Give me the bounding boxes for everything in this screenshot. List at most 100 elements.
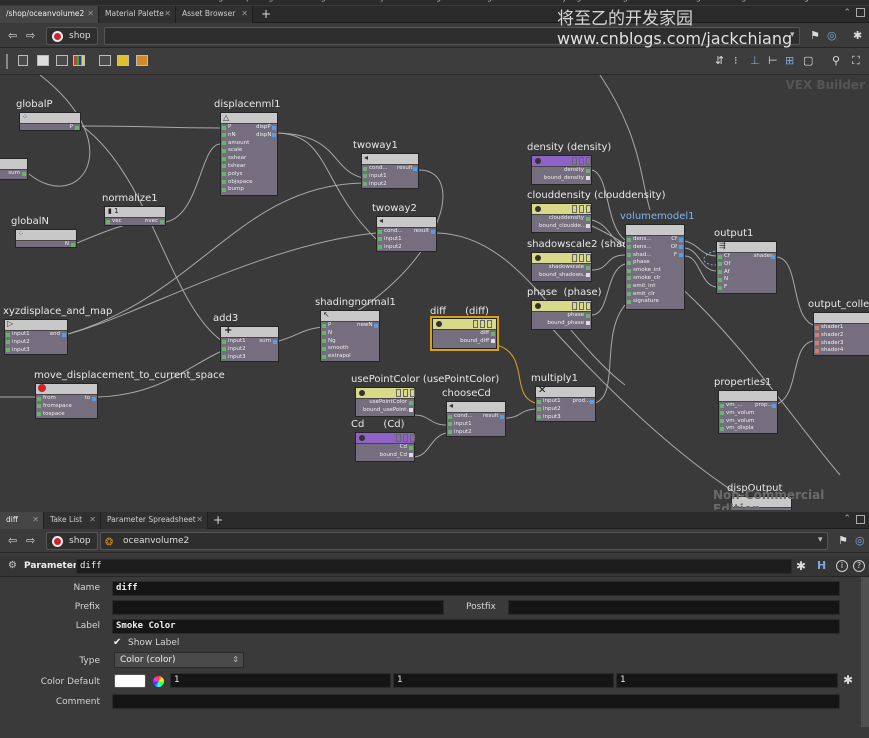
close-icon[interactable]: ✕ — [241, 6, 248, 22]
port-input[interactable]: smoke_int — [626, 267, 661, 275]
node-shadingnormal1[interactable]: ↖ PnewN N Ng smooth extrapol — [320, 310, 380, 362]
gear-icon[interactable]: ✱ — [796, 559, 806, 573]
snap-icon[interactable]: ⊢ — [768, 54, 778, 67]
type-dropdown[interactable]: Color (color) ⇕ — [114, 652, 244, 668]
node-normalize1[interactable]: ▮ 1 vec nvec — [104, 206, 166, 226]
port-input[interactable]: emit_int — [626, 283, 661, 291]
shelf-tool[interactable]: Caustic Light — [657, 0, 709, 2]
port-input[interactable]: input1 — [377, 236, 412, 244]
node-output-collect[interactable]: shader1 shader2 shader3 shader4 — [813, 312, 869, 356]
node-chooseCd[interactable]: ◂ cond... result input1 input2 — [446, 401, 506, 437]
close-icon[interactable]: ✕ — [196, 512, 203, 528]
tab-oceanvolume2[interactable]: /shop/oceanvolume2 ✕ — [0, 6, 99, 23]
search-icon[interactable]: ⚲ — [832, 54, 840, 67]
port-input[interactable]: vm_volumesam... — [719, 418, 754, 426]
gear-icon[interactable]: ⚙ — [8, 560, 17, 571]
shelf-tool[interactable]: Area Light — [293, 0, 334, 2]
port-input[interactable]: amount — [221, 140, 255, 148]
tab-parameter-spreadsheet[interactable]: Parameter Spreadsheet ✕ — [101, 512, 208, 529]
port-input[interactable]: shader1 — [814, 324, 849, 332]
back-arrow-icon[interactable]: ⇦ — [8, 29, 17, 42]
port-row[interactable]: bound_diff — [433, 338, 496, 346]
port-input[interactable]: input2 — [221, 346, 255, 354]
port-row[interactable]: bound_usePoint... — [356, 407, 414, 415]
pin-icon[interactable]: ⚑ — [838, 534, 848, 547]
node-phase[interactable]: phase bound_phase — [531, 300, 592, 330]
close-icon[interactable]: ✕ — [32, 512, 39, 528]
port-out[interactable]: nvec — [135, 218, 165, 226]
port-row[interactable]: shadowscale — [532, 264, 591, 272]
port-input[interactable]: input2 — [447, 429, 482, 437]
port-output[interactable]: newN — [350, 322, 379, 330]
shelf-tool[interactable]: GI Light — [605, 0, 636, 2]
port-input[interactable]: tshear — [221, 163, 255, 171]
path-shop[interactable]: shop — [46, 27, 98, 45]
list-view-icon[interactable] — [18, 55, 28, 66]
port-output[interactable]: sum — [250, 338, 279, 346]
header-flag[interactable] — [473, 320, 478, 328]
postfix-field[interactable] — [508, 600, 840, 615]
tab-menu-icon[interactable]: ⌃ — [843, 8, 851, 18]
node-globalP[interactable]: ⁘ P — [19, 112, 81, 131]
shelf-tool[interactable]: Sky Light — [553, 0, 590, 2]
shelf-tool[interactable]: Volume Light — [397, 0, 449, 2]
port-input[interactable]: scale — [221, 147, 255, 155]
port-input[interactable]: Ng — [321, 338, 356, 346]
forward-arrow-icon[interactable]: ⇨ — [26, 534, 35, 547]
port-input[interactable]: sshear — [221, 155, 255, 163]
port-output[interactable]: result — [390, 165, 418, 173]
tab-diff[interactable]: diff ✕ — [0, 512, 44, 529]
port-input[interactable]: shader2 — [814, 332, 849, 340]
header-flag[interactable] — [586, 157, 591, 165]
tab-menu-icon[interactable]: ⌃ — [843, 514, 851, 524]
tab-material-palette[interactable]: Material Palette ✕ — [99, 6, 176, 23]
node-move-displacement[interactable]: from to fromspace tospace — [35, 383, 98, 419]
shelf-tool[interactable]: Portal Light — [709, 0, 755, 2]
port-input[interactable]: N — [717, 276, 752, 284]
header-flag[interactable] — [579, 302, 584, 310]
help-icon[interactable]: ? — [853, 560, 865, 572]
add-tab-icon[interactable]: + — [213, 512, 223, 528]
path-dropdown-icon[interactable]: ▾ — [818, 535, 823, 545]
label-field[interactable]: Smoke Color — [112, 619, 840, 634]
port-input[interactable]: input3 — [536, 414, 571, 422]
network-box-icon[interactable] — [136, 55, 148, 66]
port-input[interactable]: shader4 — [814, 347, 849, 355]
layout-icon[interactable]: ⊥ — [750, 54, 760, 67]
shelf-tool[interactable]: Point Light — [189, 0, 231, 2]
port-input[interactable]: bump — [221, 186, 255, 194]
port-input[interactable]: emit_clr — [626, 291, 661, 299]
header-flag[interactable] — [572, 254, 577, 262]
node-Cd[interactable]: Cd bound_Cd — [355, 432, 415, 462]
port-row[interactable]: clouddensity — [532, 215, 591, 223]
note-icon[interactable] — [99, 55, 111, 66]
prefix-field[interactable] — [112, 600, 444, 615]
close-icon[interactable]: ✕ — [89, 512, 96, 528]
port-row[interactable]: phase — [532, 312, 591, 320]
header-flag[interactable] — [572, 205, 577, 213]
port-input[interactable]: input1 — [447, 421, 482, 429]
port-row[interactable]: density — [532, 167, 591, 175]
close-icon[interactable]: ✕ — [87, 6, 94, 22]
port-input[interactable]: tospace — [36, 411, 73, 419]
color-g-field[interactable]: 1 — [393, 673, 614, 688]
port-row[interactable]: usePointColor — [356, 399, 414, 407]
tree-view-icon[interactable] — [37, 55, 49, 66]
port-row[interactable]: bound_shadows... — [532, 272, 591, 280]
maximize-icon[interactable] — [856, 515, 865, 524]
port-output[interactable]: result — [476, 413, 505, 421]
port-input[interactable]: polys — [221, 171, 255, 179]
sticky-note-icon[interactable] — [117, 55, 129, 66]
zoom-frame-icon[interactable]: ⛶ — [852, 54, 860, 68]
node-usePointColor[interactable]: usePointColor bound_usePoint... — [355, 387, 415, 417]
header-flag[interactable] — [410, 389, 415, 397]
shelf-tool[interactable]: Distant Light — [449, 0, 500, 2]
node-partial[interactable]: sum — [0, 158, 28, 180]
back-arrow-icon[interactable]: ⇦ — [8, 534, 17, 547]
node-shadowscale2[interactable]: shadowscale bound_shadows... — [531, 252, 592, 282]
header-flag[interactable] — [579, 205, 584, 213]
color-b-field[interactable]: 1 — [616, 673, 838, 688]
port-input[interactable]: signature — [626, 298, 661, 306]
shelf-tool[interactable]: Switcher — [865, 0, 869, 2]
color-palette-icon[interactable] — [73, 55, 85, 66]
